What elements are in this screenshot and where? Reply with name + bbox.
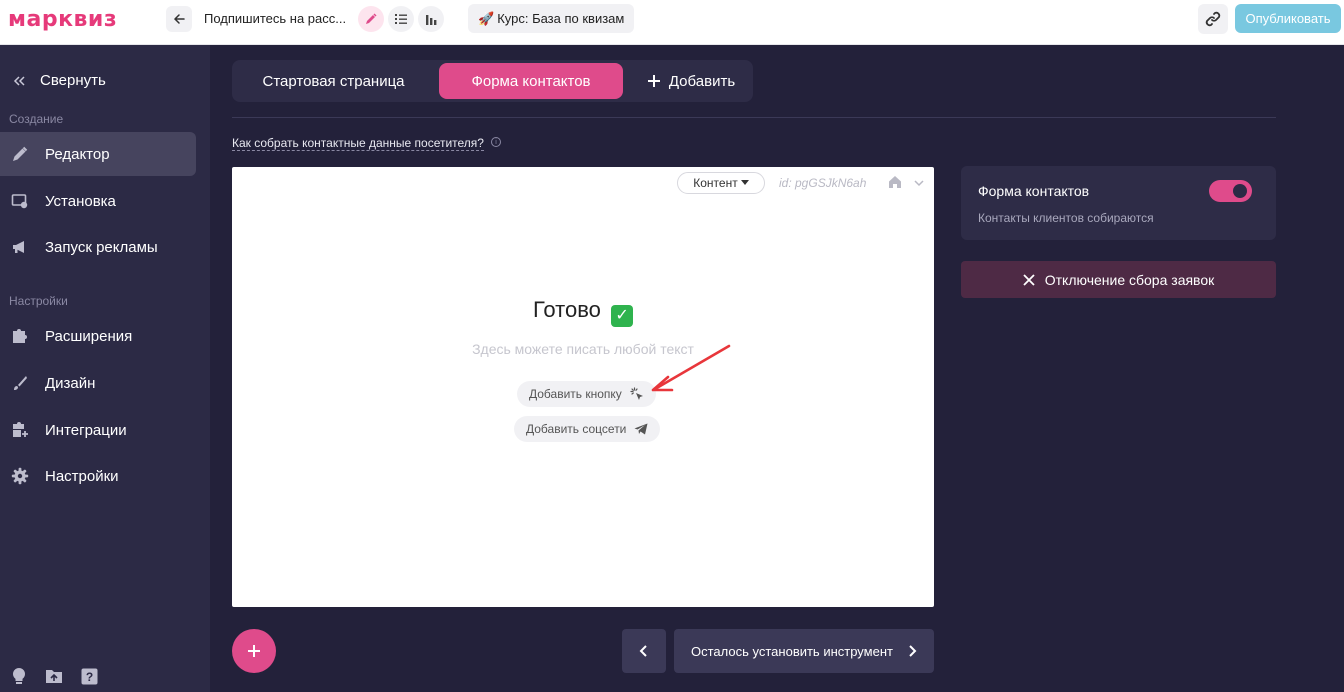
sidebar-item-extensions[interactable]: Расширения (0, 314, 196, 358)
add-button-label: Добавить кнопку (529, 387, 622, 401)
plus-icon (647, 75, 660, 87)
list-icon (395, 14, 407, 24)
result-title[interactable]: Готово ✓ (232, 297, 934, 327)
svg-text:?: ? (85, 670, 92, 684)
section-label-create: Создание (9, 112, 64, 126)
contact-form-title: Форма контактов (978, 183, 1090, 199)
telegram-icon (634, 423, 648, 435)
add-social-label: Добавить соцсети (526, 422, 627, 436)
main-area: Стартовая страница Форма контактов Добав… (210, 45, 1344, 692)
quiz-title[interactable]: Подпишитесь на расс... (204, 11, 346, 26)
sidebar-item-editor[interactable]: Редактор (0, 132, 196, 176)
sidebar-item-label: Запуск рекламы (45, 238, 158, 256)
divider (232, 117, 1276, 118)
contact-form-subtitle: Контакты клиентов собираются (978, 211, 1154, 225)
content-dropdown[interactable]: Контент (677, 172, 765, 194)
course-chip-label: Курс: База по квизам (497, 11, 625, 26)
gear-icon (10, 466, 30, 486)
brush-icon (10, 373, 30, 393)
result-title-text: Готово (532, 297, 601, 322)
next-step-label: Осталось установить инструмент (691, 643, 893, 659)
collapse-label: Свернуть (40, 72, 106, 89)
next-step-button[interactable]: Осталось установить инструмент (674, 629, 934, 673)
bar-chart-icon (426, 15, 437, 25)
course-chip[interactable]: 🚀 Курс: База по квизам (468, 4, 635, 33)
tab-start-page[interactable]: Стартовая страница (242, 63, 425, 99)
info-icon[interactable]: i (491, 137, 501, 147)
sidebar-item-integrations[interactable]: Интеграции (0, 408, 196, 452)
sidebar-item-label: Расширения (45, 327, 133, 345)
section-label-settings: Настройки (9, 294, 68, 308)
add-element-button[interactable] (232, 629, 276, 673)
collapse-button[interactable]: Свернуть (12, 72, 106, 89)
megaphone-icon (10, 237, 30, 257)
home-icon[interactable] (888, 175, 902, 194)
tab-contact-form[interactable]: Форма контактов (439, 63, 623, 99)
page-tabs: Стартовая страница Форма контактов Добав… (232, 60, 753, 102)
publish-button[interactable]: Опубликовать (1235, 4, 1341, 33)
back-button[interactable] (166, 6, 192, 32)
contact-form-card: Форма контактов Контакты клиентов собира… (961, 166, 1276, 240)
close-icon (1023, 273, 1035, 286)
add-page-button[interactable]: Добавить (636, 63, 746, 99)
sidebar-bottom-icons: ? (10, 667, 98, 685)
check-mark-emoji: ✓ (611, 305, 634, 327)
sidebar-item-label: Редактор (45, 145, 110, 163)
toggle-knob (1233, 184, 1247, 198)
chevron-right-icon (909, 645, 917, 657)
chevron-left-icon (639, 645, 647, 657)
top-bar: марквиз Подпишитесь на расс... 🚀 Курс: Б… (0, 0, 1344, 45)
sidebar-item-design[interactable]: Дизайн (0, 361, 196, 405)
puzzle-icon (10, 326, 30, 346)
cursor-click-icon (630, 387, 643, 400)
chevron-down-icon[interactable] (913, 176, 925, 194)
help-icon[interactable]: ? (80, 667, 98, 685)
pencil-icon (366, 13, 377, 24)
content-dropdown-label: Контент (693, 176, 738, 190)
arrow-left-icon (173, 14, 185, 24)
list-mode-button[interactable] (388, 6, 414, 32)
rocket-emoji: 🚀 (478, 10, 495, 26)
link-icon (1205, 11, 1221, 27)
previous-button[interactable] (622, 629, 666, 673)
sidebar-item-settings[interactable]: Настройки (0, 454, 196, 498)
page-id: id: pgGSJkN6ah (779, 176, 867, 190)
disable-leads-button[interactable]: Отключение сбора заявок (961, 261, 1276, 298)
sidebar-item-label: Установка (45, 192, 116, 210)
sidebar-item-label: Дизайн (45, 374, 96, 392)
sidebar-item-ads[interactable]: Запуск рекламы (0, 225, 196, 269)
logo[interactable]: марквиз (8, 7, 117, 32)
result-description[interactable]: Здесь можете писать любой текст (232, 341, 934, 357)
folder-upload-icon[interactable] (45, 667, 63, 685)
caret-down-icon (740, 180, 749, 185)
sidebar-item-label: Настройки (45, 467, 119, 485)
sidebar-item-label: Интеграции (45, 421, 127, 439)
disable-leads-label: Отключение сбора заявок (1044, 271, 1215, 288)
sidebar: Свернуть Создание Редактор Установка Зап… (0, 45, 210, 692)
lightbulb-icon[interactable] (10, 667, 28, 685)
add-social-button[interactable]: Добавить соцсети (514, 416, 661, 442)
sidebar-item-install[interactable]: Установка (0, 179, 196, 223)
stats-button[interactable] (418, 6, 444, 32)
add-page-label: Добавить (668, 72, 736, 90)
install-icon (10, 191, 30, 211)
contact-form-toggle[interactable] (1209, 180, 1252, 202)
double-chevron-left-icon (13, 75, 25, 86)
plus-icon (248, 645, 260, 657)
page-canvas: Контент id: pgGSJkN6ah Готово ✓ Здесь мо… (232, 167, 934, 607)
share-link-button[interactable] (1198, 4, 1228, 34)
pencil-icon (10, 144, 30, 164)
edit-mode-button[interactable] (358, 6, 384, 32)
help-link[interactable]: Как собрать контактные данные посетителя… (232, 136, 484, 151)
add-button-button[interactable]: Добавить кнопку (517, 381, 656, 407)
integrations-icon (10, 420, 30, 440)
